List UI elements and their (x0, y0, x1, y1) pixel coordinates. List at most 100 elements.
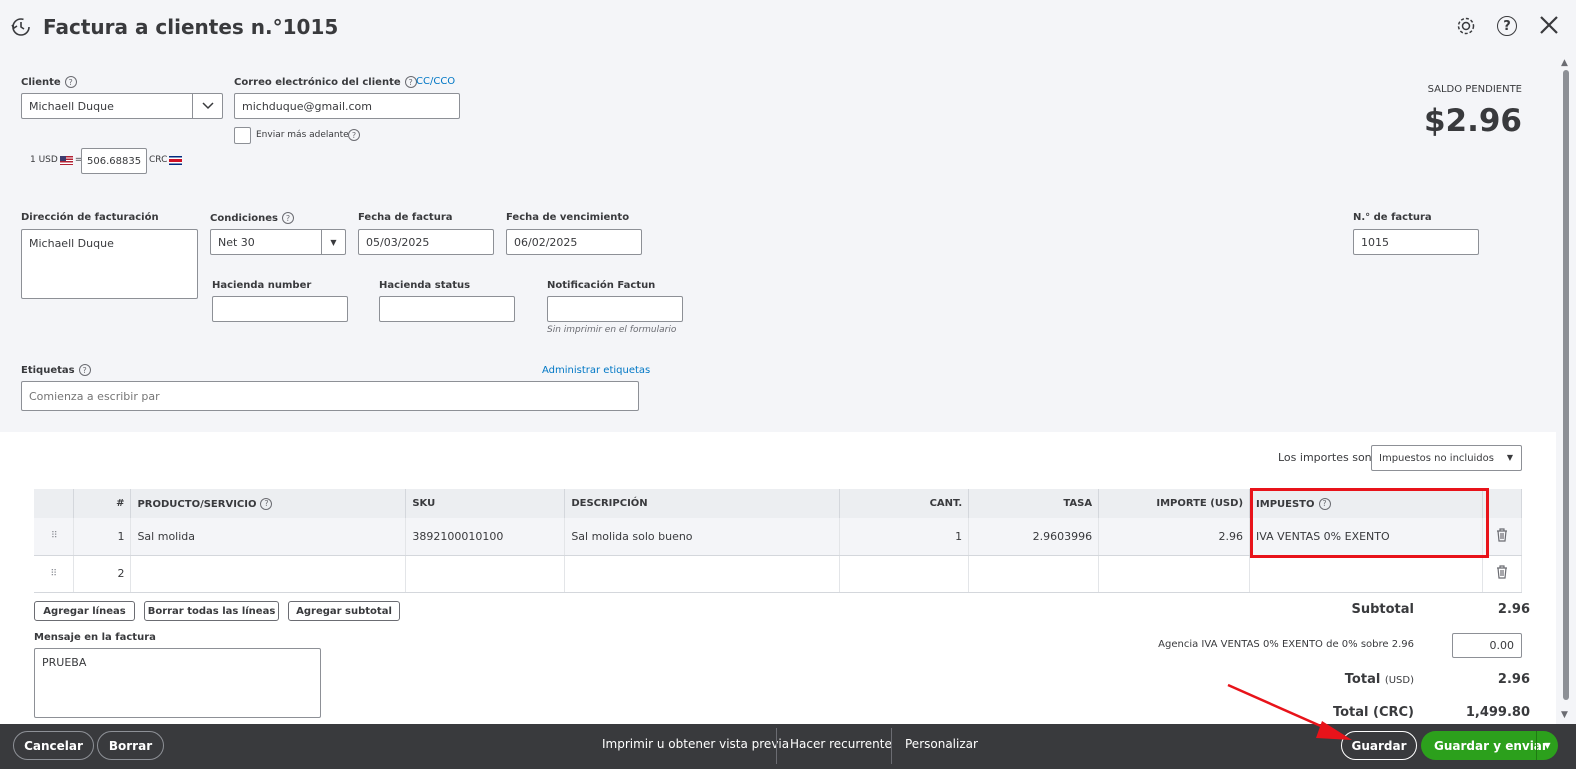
help-icon[interactable]: ? (260, 497, 273, 510)
add-subtotal-button[interactable]: Agregar subtotal (288, 601, 400, 621)
scroll-up-icon[interactable]: ▲ (1561, 58, 1568, 68)
hacienda-status-label: Hacienda status (379, 280, 471, 291)
column-header: PRODUCTO/SERVICIO? (130, 489, 407, 518)
help-icon[interactable]: ? (64, 76, 77, 88)
amounts-select[interactable]: Impuestos no incluidos ▼ (1371, 445, 1522, 471)
message-label: Mensaje en la factura (34, 632, 156, 643)
terms-value: Net 30 (218, 235, 255, 249)
subtotal-value: 2.96 (1497, 602, 1530, 617)
tax-cell[interactable] (1249, 555, 1483, 593)
footer-divider (891, 728, 892, 764)
product-cell[interactable]: Sal molida (130, 518, 407, 556)
balance-label: SALDO PENDIENTE (1427, 84, 1522, 95)
scroll-down-icon[interactable]: ▼ (1561, 710, 1568, 720)
cancel-button[interactable]: Cancelar (13, 731, 94, 760)
description-cell[interactable] (564, 555, 841, 593)
help-icon[interactable]: ? (282, 212, 294, 224)
qty-cell[interactable]: 1 (839, 518, 970, 556)
total-value: 2.96 (1497, 672, 1530, 687)
page-title: Factura a clientes n.°1015 (43, 15, 339, 39)
customize-link[interactable]: Personalizar (905, 737, 978, 751)
scrollbar-thumb[interactable] (1563, 70, 1569, 700)
column-header: SKU (405, 489, 566, 518)
make-recurring-link[interactable]: Hacer recurrente (790, 737, 892, 751)
qty-cell[interactable] (839, 555, 970, 593)
send-later-checkbox[interactable] (234, 127, 251, 144)
tags-label: Etiquetas? (21, 364, 91, 376)
close-icon[interactable] (1538, 14, 1560, 36)
help-icon[interactable]: ? (348, 129, 360, 141)
settings-gear-icon[interactable] (1456, 16, 1476, 36)
recent-transactions-icon[interactable] (10, 16, 32, 38)
sku-cell[interactable] (405, 555, 566, 593)
due-date-label: Fecha de vencimiento (506, 212, 630, 223)
print-preview-link[interactable]: Imprimir u obtener vista previa (602, 737, 789, 751)
hacienda-number-label: Hacienda number (212, 280, 312, 291)
message-field[interactable]: PRUEBA (34, 648, 321, 718)
due-date-field[interactable]: 06/02/2025 (506, 229, 642, 255)
amounts-are-label: Los importes son (1278, 451, 1372, 464)
scrollbar[interactable]: ▲ ▼ (1556, 56, 1576, 724)
rate-cell[interactable]: 2.9603996 (968, 518, 1100, 556)
exchange-from: 1 USD = (30, 155, 83, 165)
billing-address-field[interactable]: Michaell Duque (21, 229, 198, 299)
invoice-number-field[interactable]: 1015 (1353, 229, 1479, 255)
send-later-label: Enviar más adelante (256, 130, 349, 140)
subtotal-label: Subtotal (1351, 602, 1414, 617)
caret-down-icon[interactable]: ▼ (1536, 731, 1558, 760)
invoice-date-field[interactable]: 05/03/2025 (358, 229, 494, 255)
help-icon[interactable]: ? (78, 364, 91, 376)
tax-amount-field[interactable]: 0.00 (1452, 633, 1522, 658)
us-flag-icon (59, 155, 73, 165)
terms-select[interactable]: Net 30 ▼ (210, 229, 346, 255)
invoice-date-label: Fecha de factura (358, 212, 453, 223)
customer-value: Michaell Duque (29, 99, 114, 113)
description-cell[interactable]: Sal molida solo bueno (564, 518, 841, 556)
caret-down-icon[interactable]: ▼ (1507, 453, 1513, 462)
notificacion-hint: Sin imprimir en el formulario (547, 325, 677, 335)
drag-column-header (34, 489, 75, 518)
tags-input[interactable] (21, 381, 639, 411)
manage-tags-link[interactable]: Administrar etiquetas (542, 365, 650, 376)
balance-amount: $2.96 (1423, 103, 1522, 139)
email-label: Correo electrónico del cliente? (234, 76, 417, 88)
chevron-down-icon[interactable] (192, 94, 222, 118)
annotation-highlight-box (1250, 488, 1489, 558)
clear-button[interactable]: Borrar (97, 731, 164, 760)
amounts-value: Impuestos no incluidos (1379, 452, 1494, 464)
notificacion-field[interactable] (547, 296, 683, 322)
customer-label: Cliente? (21, 76, 77, 88)
drag-handle-icon[interactable]: ⠿ (34, 518, 75, 556)
amount-cell[interactable] (1098, 555, 1251, 593)
clear-all-lines-button[interactable]: Borrar todas las líneas (144, 601, 279, 621)
amount-cell[interactable]: 2.96 (1098, 518, 1251, 556)
table-row[interactable]: ⠿ 2 (34, 555, 1523, 593)
hacienda-status-field[interactable] (379, 296, 515, 322)
terms-label: Condiciones? (210, 212, 294, 224)
product-cell[interactable] (130, 555, 407, 593)
sku-cell[interactable]: 3892100010100 (405, 518, 566, 556)
cc-bcc-link[interactable]: CC/CCO (416, 76, 455, 87)
caret-down-icon[interactable]: ▼ (321, 230, 345, 254)
billing-address-label: Dirección de facturación (21, 212, 159, 223)
column-header: IMPORTE (USD) (1098, 489, 1251, 518)
save-and-send-label[interactable]: Guardar y enviar (1421, 739, 1548, 753)
column-header: # (73, 489, 132, 518)
help-icon[interactable]: ? (404, 76, 417, 88)
exchange-to: CRC (149, 155, 183, 165)
exchange-rate-field[interactable]: 506.68835 (81, 148, 147, 174)
save-and-send-split-button[interactable]: Guardar y enviar ▼ (1421, 731, 1558, 760)
drag-handle-icon[interactable]: ⠿ (34, 555, 75, 593)
tax-agency-label: Agencia IVA VENTAS 0% EXENTO de 0% sobre… (1158, 639, 1414, 650)
header: Factura a clientes n.°1015 ? (0, 0, 1576, 56)
help-icon[interactable]: ? (1497, 16, 1517, 36)
hacienda-number-field[interactable] (212, 296, 348, 322)
customer-select[interactable]: Michaell Duque (21, 93, 223, 119)
email-field[interactable]: michduque@gmail.com (234, 93, 460, 119)
cr-flag-icon (169, 155, 183, 165)
trash-icon[interactable] (1482, 555, 1523, 593)
add-lines-button[interactable]: Agregar líneas (34, 601, 135, 621)
rate-cell[interactable] (968, 555, 1100, 593)
total-crc-value: 1,499.80 (1465, 705, 1530, 720)
column-header: TASA (968, 489, 1100, 518)
